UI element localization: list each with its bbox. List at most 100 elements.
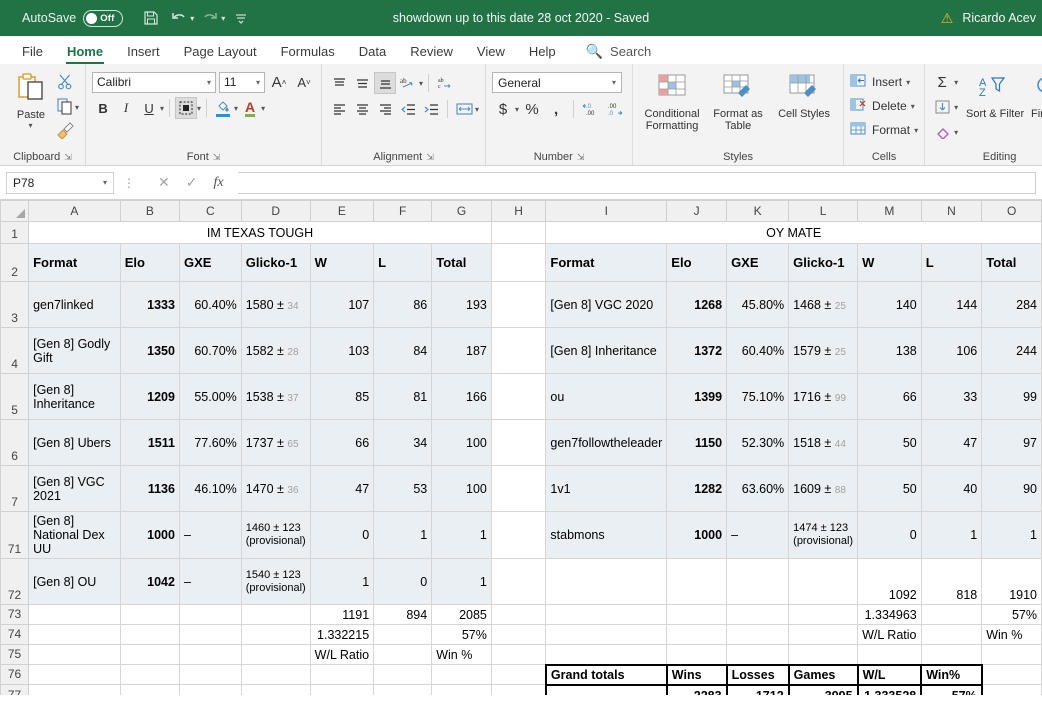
align-right-icon[interactable] <box>374 98 396 120</box>
insert-dropdown-icon[interactable]: ▾ <box>906 78 910 87</box>
autosum-dropdown-icon[interactable]: ▾ <box>954 78 958 87</box>
left-cell-glicko[interactable]: 1582 ± 28 <box>240 327 311 374</box>
insert-function-icon[interactable]: fx <box>213 175 223 191</box>
cell-j75[interactable] <box>666 644 728 665</box>
left-cell-gxe[interactable]: 46.10% <box>178 465 242 512</box>
right-cell-gxe[interactable] <box>726 558 790 605</box>
left-cell-l[interactable]: 0 <box>373 558 433 605</box>
grand-totals-header-wl[interactable]: W/L <box>856 663 923 686</box>
row-header-6[interactable]: 6 <box>0 419 30 466</box>
cell-f76[interactable] <box>373 664 433 685</box>
cell-c75[interactable] <box>178 644 242 665</box>
left-cell-l[interactable]: 84 <box>373 327 433 374</box>
left-header-glicko[interactable]: Glicko-1 <box>240 243 311 282</box>
search-box[interactable]: 🔍 Search <box>586 43 652 64</box>
row-header-74[interactable]: 74 <box>0 624 30 645</box>
fill-color-dropdown-icon[interactable]: ▾ <box>234 104 238 113</box>
cell-n73[interactable] <box>920 604 983 625</box>
font-dialog-launcher-icon[interactable]: ⇲ <box>213 152 221 163</box>
right-total-losses[interactable]: 818 <box>920 558 983 605</box>
right-cell-elo[interactable]: 1372 <box>666 327 728 374</box>
left-cell-gxe[interactable]: – <box>178 558 242 605</box>
row-header-3[interactable]: 3 <box>0 281 30 328</box>
right-table-title[interactable]: OY MATE <box>545 221 1042 244</box>
number-format-dropdown-icon[interactable]: ▾ <box>612 78 616 87</box>
right-cell-w[interactable]: 138 <box>857 327 922 374</box>
right-cell-gxe[interactable]: 75.10% <box>726 373 790 420</box>
cell-h75[interactable] <box>490 644 547 665</box>
align-top-icon[interactable] <box>328 72 350 94</box>
insert-cells-button[interactable]: Insert ▾ <box>850 70 910 94</box>
row-header-71[interactable]: 71 <box>0 511 30 559</box>
cell-h77[interactable] <box>490 684 547 695</box>
right-cell-l[interactable]: 144 <box>920 281 983 328</box>
tab-review[interactable]: Review <box>398 42 465 64</box>
autosum-button[interactable]: Σ ▾ <box>931 71 958 93</box>
right-total-wl-ratio[interactable]: 1.334963 <box>857 604 922 625</box>
decrease-decimal-icon[interactable]: .00.0 <box>604 98 626 120</box>
left-cell-l[interactable]: 53 <box>373 465 433 512</box>
cell-c76[interactable] <box>178 664 242 685</box>
left-total-games[interactable]: 2085 <box>431 604 492 625</box>
cell-k75[interactable] <box>726 644 790 665</box>
row-header-72[interactable]: 72 <box>0 558 30 605</box>
left-total-wins[interactable]: 1191 <box>309 604 375 625</box>
cell-h74[interactable] <box>490 624 547 645</box>
cut-button[interactable] <box>56 72 79 94</box>
right-cell-gxe[interactable]: – <box>726 511 790 559</box>
copy-dropdown-icon[interactable]: ▾ <box>75 103 79 112</box>
left-header-w[interactable]: W <box>309 243 375 282</box>
right-cell-glicko[interactable]: 1518 ± 44 <box>788 419 859 466</box>
left-cell-format[interactable]: gen7linked <box>28 281 121 328</box>
left-header-format[interactable]: Format <box>28 243 121 282</box>
font-size-dropdown-icon[interactable]: ▾ <box>256 78 260 87</box>
right-cell-format[interactable] <box>545 558 668 605</box>
left-cell-format[interactable]: [Gen 8] VGC 2021 <box>28 465 121 512</box>
column-header-e[interactable]: E <box>309 200 375 222</box>
column-header-a[interactable]: A <box>28 200 121 222</box>
left-cell-l[interactable]: 86 <box>373 281 433 328</box>
cell-a73[interactable] <box>28 604 121 625</box>
right-cell-w[interactable]: 50 <box>857 465 922 512</box>
column-header-o[interactable]: O <box>981 200 1042 222</box>
column-header-h[interactable]: H <box>490 200 547 222</box>
left-cell-w[interactable]: 47 <box>309 465 375 512</box>
column-header-k[interactable]: K <box>726 200 790 222</box>
formula-input[interactable] <box>237 171 1036 194</box>
cell-b75[interactable] <box>119 644 180 665</box>
cell-a75[interactable] <box>28 644 121 665</box>
cell-h3[interactable] <box>490 281 547 328</box>
left-header-elo[interactable]: Elo <box>119 243 180 282</box>
right-cell-l[interactable]: 33 <box>920 373 983 420</box>
user-account[interactable]: ⚠ Ricardo Acev <box>941 10 1036 27</box>
cell-h7[interactable] <box>490 465 547 512</box>
left-cell-gxe[interactable]: 60.70% <box>178 327 242 374</box>
left-cell-glicko[interactable]: 1460 ± 123 (provisional) <box>240 511 311 559</box>
cell-o77[interactable] <box>981 684 1042 695</box>
left-cell-glicko[interactable]: 1470 ± 36 <box>240 465 311 512</box>
cell-f74[interactable] <box>373 624 433 645</box>
left-cell-glicko[interactable]: 1580 ± 34 <box>240 281 311 328</box>
right-cell-gxe[interactable]: 60.40% <box>726 327 790 374</box>
merge-dropdown-icon[interactable]: ▾ <box>475 105 479 114</box>
right-cell-glicko[interactable]: 1474 ± 123 (provisional) <box>788 511 859 559</box>
alignment-dialog-launcher-icon[interactable]: ⇲ <box>426 152 434 163</box>
cell-a77[interactable] <box>28 684 121 695</box>
right-cell-format[interactable]: [Gen 8] Inheritance <box>545 327 668 374</box>
right-header-glicko[interactable]: Glicko-1 <box>788 243 859 282</box>
right-wl-ratio-label[interactable]: W/L Ratio <box>857 624 922 645</box>
cell-h72[interactable] <box>490 558 547 605</box>
right-header-l[interactable]: L <box>920 243 983 282</box>
row-header-76[interactable]: 76 <box>0 664 30 685</box>
cell-i74[interactable] <box>545 624 668 645</box>
increase-indent-icon[interactable] <box>420 98 442 120</box>
right-cell-format[interactable]: [Gen 8] VGC 2020 <box>545 281 668 328</box>
left-cell-w[interactable]: 103 <box>309 327 375 374</box>
row-header-75[interactable]: 75 <box>0 644 30 665</box>
left-cell-total[interactable]: 187 <box>431 327 492 374</box>
grand-totals-losses[interactable]: 1712 <box>725 683 790 695</box>
paste-button[interactable]: Paste ▾ <box>6 69 56 130</box>
right-cell-l[interactable]: 40 <box>920 465 983 512</box>
format-as-table-button[interactable]: Format as Table <box>705 69 771 133</box>
left-cell-l[interactable]: 34 <box>373 419 433 466</box>
